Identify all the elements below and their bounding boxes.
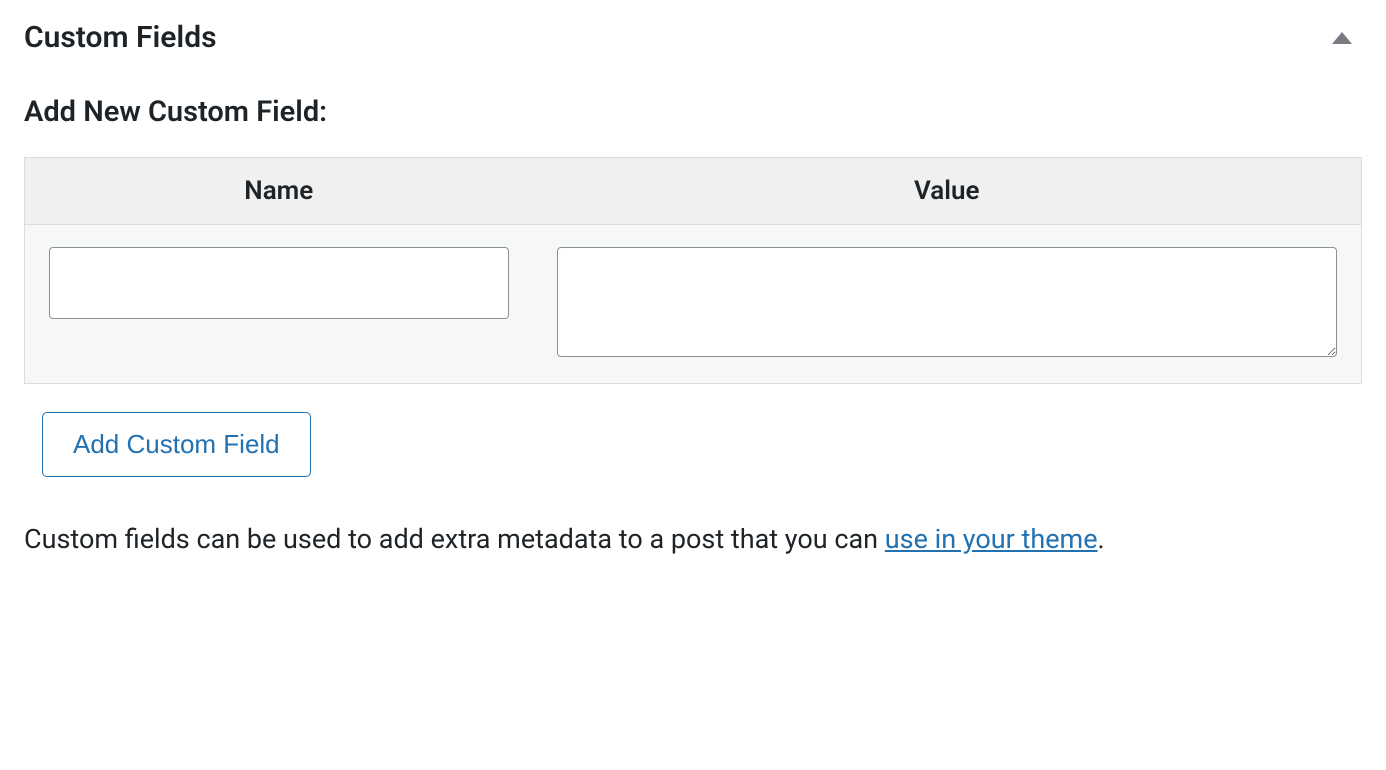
use-in-theme-link[interactable]: use in your theme [885, 523, 1098, 555]
add-custom-field-button[interactable]: Add Custom Field [42, 412, 311, 477]
description-prefix: Custom fields can be used to add extra m… [24, 523, 885, 555]
custom-fields-table: Name Value [24, 157, 1362, 384]
table-row [25, 225, 1362, 384]
collapse-toggle-icon[interactable] [1332, 32, 1352, 44]
value-textarea[interactable] [557, 247, 1337, 357]
name-input[interactable] [49, 247, 509, 319]
value-column-header: Value [533, 158, 1362, 225]
panel-header: Custom Fields [24, 20, 1362, 55]
description-suffix: . [1098, 523, 1105, 555]
description-text: Custom fields can be used to add extra m… [24, 517, 1362, 563]
panel-title: Custom Fields [24, 20, 217, 55]
add-new-subheader: Add New Custom Field: [24, 95, 1362, 129]
name-column-header: Name [25, 158, 533, 225]
